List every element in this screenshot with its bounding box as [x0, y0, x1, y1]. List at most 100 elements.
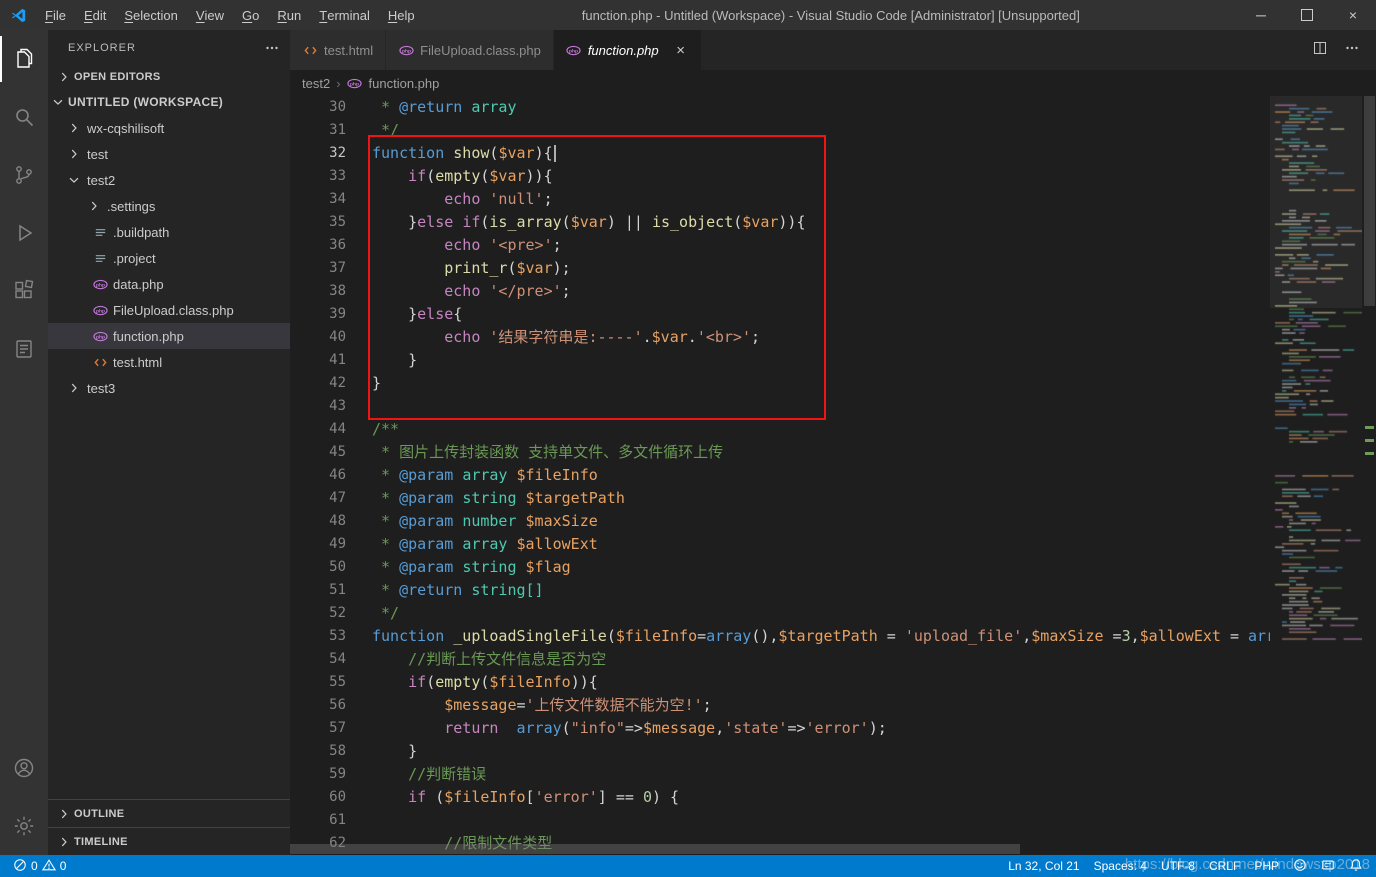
line-number[interactable]: 49 [290, 533, 372, 556]
line-number[interactable]: 36 [290, 234, 372, 257]
window-close-button[interactable]: × [1330, 0, 1376, 30]
vertical-scrollbar[interactable] [1364, 96, 1375, 306]
tree-item-test-html[interactable]: test.html [48, 349, 290, 375]
status-language-mode[interactable]: PHP [1247, 855, 1286, 877]
line-number[interactable]: 60 [290, 786, 372, 809]
code-line-42[interactable]: 42} [290, 372, 1270, 395]
code-line-43[interactable]: 43 [290, 395, 1270, 418]
code-line-40[interactable]: 40 echo '结果字符串是:----'.$var.'<br>'; [290, 326, 1270, 349]
menu-terminal[interactable]: Terminal [310, 0, 379, 30]
horizontal-scrollbar[interactable] [290, 844, 1020, 854]
code-line-57[interactable]: 57 return array("info"=>$message,'state'… [290, 717, 1270, 740]
line-number[interactable]: 61 [290, 809, 372, 832]
tree-item-data-php[interactable]: phpdata.php [48, 271, 290, 297]
code-line-52[interactable]: 52 */ [290, 602, 1270, 625]
code-line-41[interactable]: 41 } [290, 349, 1270, 372]
status-encoding[interactable]: UTF-8 [1154, 855, 1202, 877]
line-number[interactable]: 52 [290, 602, 372, 625]
line-number[interactable]: 48 [290, 510, 372, 533]
code-line-46[interactable]: 46 * @param array $fileInfo [290, 464, 1270, 487]
line-number[interactable]: 42 [290, 372, 372, 395]
code-line-49[interactable]: 49 * @param array $allowExt [290, 533, 1270, 556]
accounts-icon[interactable] [0, 739, 48, 797]
menu-help[interactable]: Help [379, 0, 424, 30]
menu-run[interactable]: Run [268, 0, 310, 30]
code-line-32[interactable]: 32function show($var){ [290, 142, 1270, 165]
line-number[interactable]: 46 [290, 464, 372, 487]
status-feedback[interactable] [1286, 855, 1314, 877]
code-line-33[interactable]: 33 if(empty($var)){ [290, 165, 1270, 188]
menu-view[interactable]: View [187, 0, 233, 30]
code-line-45[interactable]: 45 * 图片上传封装函数 支持单文件、多文件循环上传 [290, 441, 1270, 464]
tree-item-test[interactable]: test [48, 141, 290, 167]
line-number[interactable]: 54 [290, 648, 372, 671]
code-line-59[interactable]: 59 //判断错误 [290, 763, 1270, 786]
code-line-51[interactable]: 51 * @return string[] [290, 579, 1270, 602]
tree-item-fileupload-class-php[interactable]: phpFileUpload.class.php [48, 297, 290, 323]
source-control-icon[interactable] [0, 146, 48, 204]
line-number[interactable]: 53 [290, 625, 372, 648]
menu-go[interactable]: Go [233, 0, 268, 30]
code-editor[interactable]: 30 * @return array31 */32function show($… [290, 96, 1376, 855]
menu-file[interactable]: File [36, 0, 75, 30]
tree-item-test3[interactable]: test3 [48, 375, 290, 401]
breadcrumb-item-test2[interactable]: test2 [302, 76, 330, 91]
line-number[interactable]: 58 [290, 740, 372, 763]
line-number[interactable]: 34 [290, 188, 372, 211]
line-number[interactable]: 45 [290, 441, 372, 464]
line-number[interactable]: 59 [290, 763, 372, 786]
code-line-38[interactable]: 38 echo '</pre>'; [290, 280, 1270, 303]
run-debug-icon[interactable] [0, 204, 48, 262]
code-line-31[interactable]: 31 */ [290, 119, 1270, 142]
code-line-30[interactable]: 30 * @return array [290, 96, 1270, 119]
open-editors-section[interactable]: OPEN EDITORS [48, 65, 290, 89]
window-maximize-button[interactable] [1284, 0, 1330, 30]
code-line-36[interactable]: 36 echo '<pre>'; [290, 234, 1270, 257]
line-number[interactable]: 38 [290, 280, 372, 303]
tree-item-test2[interactable]: test2 [48, 167, 290, 193]
tree-item-function-php[interactable]: phpfunction.php [48, 323, 290, 349]
workspace-section[interactable]: UNTITLED (WORKSPACE) [48, 89, 290, 115]
status-notifications[interactable] [1342, 855, 1370, 877]
menu-selection[interactable]: Selection [115, 0, 186, 30]
status-indentation[interactable]: Spaces: 4 [1087, 855, 1154, 877]
window-minimize-button[interactable]: ─ [1238, 0, 1284, 30]
line-number[interactable]: 37 [290, 257, 372, 280]
code-line-39[interactable]: 39 }else{ [290, 303, 1270, 326]
sidebar-more-actions-icon[interactable] [264, 40, 280, 56]
code-line-47[interactable]: 47 * @param string $targetPath [290, 487, 1270, 510]
line-number[interactable]: 55 [290, 671, 372, 694]
code-line-58[interactable]: 58 } [290, 740, 1270, 763]
code-line-50[interactable]: 50 * @param string $flag [290, 556, 1270, 579]
menu-edit[interactable]: Edit [75, 0, 115, 30]
timeline-section[interactable]: TIMELINE [48, 827, 290, 855]
line-number[interactable]: 56 [290, 694, 372, 717]
line-number[interactable]: 57 [290, 717, 372, 740]
code-line-34[interactable]: 34 echo 'null'; [290, 188, 1270, 211]
status-eol[interactable]: CRLF [1202, 855, 1247, 877]
status-ime-indicator[interactable] [1314, 855, 1342, 877]
code-line-60[interactable]: 60 if ($fileInfo['error'] == 0) { [290, 786, 1270, 809]
more-actions-icon[interactable] [1344, 40, 1360, 61]
tree-item-wx-cqshilisoft[interactable]: wx-cqshilisoft [48, 115, 290, 141]
outline-section[interactable]: OUTLINE [48, 799, 290, 827]
code-line-53[interactable]: 53function _uploadSingleFile($fileInfo=a… [290, 625, 1270, 648]
custom-extension-icon[interactable] [0, 320, 48, 378]
code-line-48[interactable]: 48 * @param number $maxSize [290, 510, 1270, 533]
problems-indicator[interactable]: 00 [6, 855, 73, 877]
tree-item-buildpath[interactable]: .buildpath [48, 219, 290, 245]
line-number[interactable]: 32 [290, 142, 372, 165]
tree-item-project[interactable]: .project [48, 245, 290, 271]
code-line-55[interactable]: 55 if(empty($fileInfo)){ [290, 671, 1270, 694]
line-number[interactable]: 39 [290, 303, 372, 326]
line-number[interactable]: 50 [290, 556, 372, 579]
code-line-56[interactable]: 56 $message='上传文件数据不能为空!'; [290, 694, 1270, 717]
breadcrumb-item-function-php[interactable]: function.php [369, 76, 440, 91]
tab-function-php[interactable]: phpfunction.php× [554, 30, 702, 70]
line-number[interactable]: 44 [290, 418, 372, 441]
line-number[interactable]: 43 [290, 395, 372, 418]
settings-icon[interactable] [0, 797, 48, 855]
line-number[interactable]: 47 [290, 487, 372, 510]
code-line-44[interactable]: 44/** [290, 418, 1270, 441]
tab-test-html[interactable]: test.html [290, 30, 386, 70]
